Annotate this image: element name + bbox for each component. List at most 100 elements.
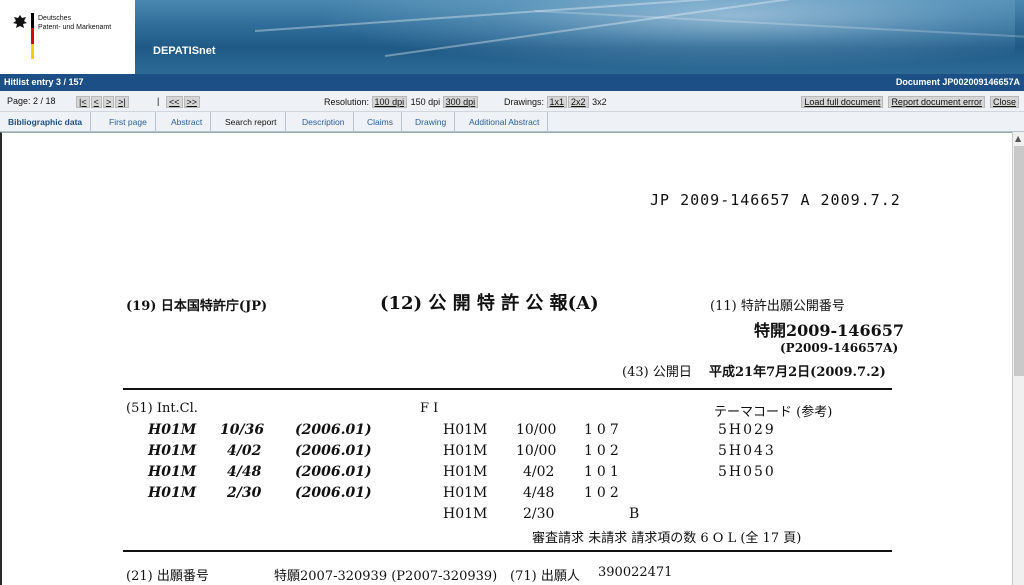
theme-code: 5H050: [718, 464, 776, 480]
res-300-button[interactable]: 300 dpi: [442, 96, 479, 108]
org-line2: Patent- und Markenamt: [38, 24, 112, 31]
hitlist-bar: Hitlist entry 3 / 157 Document JP0020091…: [0, 74, 1024, 91]
doc-theme-label: テーマコード (参考): [714, 405, 833, 420]
first-page-button[interactable]: |<: [76, 96, 90, 108]
brand-title: DEPATISnet: [153, 45, 216, 57]
intcl-code: H01M: [148, 485, 197, 501]
resolution-control: Resolution: 100 dpi 150 dpi 300 dpi: [324, 96, 479, 108]
theme-code: 5H029: [718, 422, 776, 438]
depatisnet-window: Deutsches Patent- und Markenamt DEPATISn…: [0, 0, 1024, 585]
tab-additional-abstract[interactable]: Additional Abstract: [461, 112, 549, 132]
doc-intcl-label: (51) Int.Cl.: [126, 401, 198, 416]
doc-pub-date: 平成21年7月2日(2009.7.2): [709, 365, 886, 380]
intcl-version: (2006.01): [295, 422, 372, 438]
draw-2x2-button[interactable]: 2x2: [568, 96, 589, 108]
document-viewer[interactable]: JP 2009-146657 A 2009.7.2 (19) 日本国特許庁(JP…: [0, 132, 1012, 585]
header: Deutsches Patent- und Markenamt DEPATISn…: [0, 0, 1024, 74]
org-name: Deutsches Patent- und Markenamt: [38, 14, 111, 32]
intcl-group: 2/30: [227, 485, 262, 501]
intcl-code: H01M: [148, 443, 197, 459]
intcl-version: (2006.01): [295, 443, 372, 459]
drawings-label: Drawings:: [504, 97, 545, 107]
prev-document-button[interactable]: <<: [166, 96, 183, 108]
doc-pub-date-label: (43) 公開日: [622, 365, 692, 380]
doc-appl-label: (21) 出願番号: [126, 569, 209, 584]
doc-appl-number: 特願2007-320939 (P2007-320939): [274, 569, 498, 584]
resolution-label: Resolution:: [324, 97, 370, 107]
draw-1x1-button[interactable]: 1x1: [546, 96, 568, 108]
fi-number: 102: [584, 443, 623, 459]
org-line1: Deutsches: [38, 15, 72, 22]
toolbar-actions: Load full document Report document error C…: [797, 96, 1020, 108]
fi-number: 102: [584, 485, 623, 501]
res-150-current: 150 dpi: [410, 97, 441, 107]
dpma-logo[interactable]: Deutsches Patent- und Markenamt: [0, 0, 135, 74]
divider-top: [123, 388, 892, 390]
doc-header-ref: JP 2009-146657 A 2009.7.2: [650, 191, 901, 209]
next-document-button[interactable]: >>: [183, 96, 201, 108]
doc-kind: (12) 公 開 特 許 公 報(A): [380, 293, 599, 314]
doc-applicant-label: (71) 出願人: [510, 569, 580, 584]
next-page-button[interactable]: >: [102, 96, 115, 108]
prev-page-button[interactable]: <: [90, 96, 102, 108]
tab-first-page[interactable]: First page: [101, 112, 156, 132]
last-page-button[interactable]: >|: [115, 96, 129, 108]
tab-drawing[interactable]: Drawing: [407, 112, 456, 132]
doc-pub-number: 特開2009-146657: [754, 321, 904, 340]
fi-number: 101: [584, 464, 623, 480]
document-id: Document JP002009146657A: [895, 77, 1020, 87]
intcl-group: 10/36: [220, 422, 265, 438]
doc-applicant: 390022471: [598, 565, 673, 580]
fi-group: 10/00: [516, 422, 557, 438]
report-error-button[interactable]: Report document error: [888, 96, 985, 108]
tab-description[interactable]: Description: [294, 112, 354, 132]
res-100-button[interactable]: 100 dpi: [371, 96, 408, 108]
intcl-version: (2006.01): [295, 464, 372, 480]
fi-group: 4/02: [523, 464, 555, 480]
tab-abstract[interactable]: Abstract: [163, 112, 212, 132]
document-page: JP 2009-146657 A 2009.7.2 (19) 日本国特許庁(JP…: [2, 133, 1012, 585]
intcl-group: 4/48: [227, 464, 262, 480]
drawings-control: Drawings: 1x1 2x2 3x2: [504, 96, 607, 108]
intcl-group: 4/02: [227, 443, 262, 459]
hitlist-entry[interactable]: Hitlist entry 3 / 157: [4, 74, 84, 91]
scroll-thumb[interactable]: [1014, 146, 1024, 376]
fi-number: B: [629, 506, 640, 522]
banner: DEPATISnet: [135, 0, 1024, 74]
doc-exam-line: 審査請求 未請求 請求項の数 6 O L (全 17 頁): [532, 531, 802, 546]
fi-group: 4/48: [523, 485, 555, 501]
fi-number: 107: [584, 422, 623, 438]
fi-group: 10/00: [516, 443, 557, 459]
fi-code: H01M: [443, 443, 488, 459]
close-button[interactable]: Close: [989, 96, 1019, 108]
intcl-code: H01M: [148, 422, 197, 438]
draw-3x2-current: 3x2: [592, 97, 607, 107]
tab-search-report[interactable]: Search report: [217, 112, 286, 132]
scroll-up-icon[interactable]: ▲: [1015, 134, 1021, 143]
separator: |: [157, 96, 160, 106]
toolbar: Page: 2 / 18 |< < > >| | << >> Resolution: 1…: [0, 91, 1024, 112]
intcl-version: (2006.01): [295, 485, 372, 501]
intcl-code: H01M: [148, 464, 197, 480]
document-nav: << >>: [166, 96, 201, 108]
theme-code: 5H043: [718, 443, 776, 459]
fi-code: H01M: [443, 485, 488, 501]
fi-code: H01M: [443, 464, 488, 480]
load-full-document-button[interactable]: Load full document: [801, 96, 884, 108]
vertical-scrollbar[interactable]: ▲: [1012, 132, 1024, 585]
doc-pub-number-alt: (P2009-146657A): [780, 341, 899, 355]
doc-pub-label: (11) 特許出願公開番号: [710, 299, 845, 314]
tab-claims[interactable]: Claims: [359, 112, 402, 132]
eagle-icon: [13, 15, 27, 28]
divider-bottom: [123, 550, 892, 552]
page-indicator: Page: 2 / 18: [7, 96, 56, 106]
fi-code: H01M: [443, 422, 488, 438]
page-nav: |< < > >|: [76, 96, 130, 108]
doc-fi-label: F I: [420, 401, 439, 416]
doc-office: (19) 日本国特許庁(JP): [126, 299, 268, 314]
fi-group: 2/30: [523, 506, 555, 522]
german-flag: [31, 13, 34, 59]
tab-bibliographic-data[interactable]: Bibliographic data: [0, 112, 92, 132]
tab-bar: Bibliographic data First page Abstract S…: [0, 112, 1024, 132]
fi-code: H01M: [443, 506, 488, 522]
